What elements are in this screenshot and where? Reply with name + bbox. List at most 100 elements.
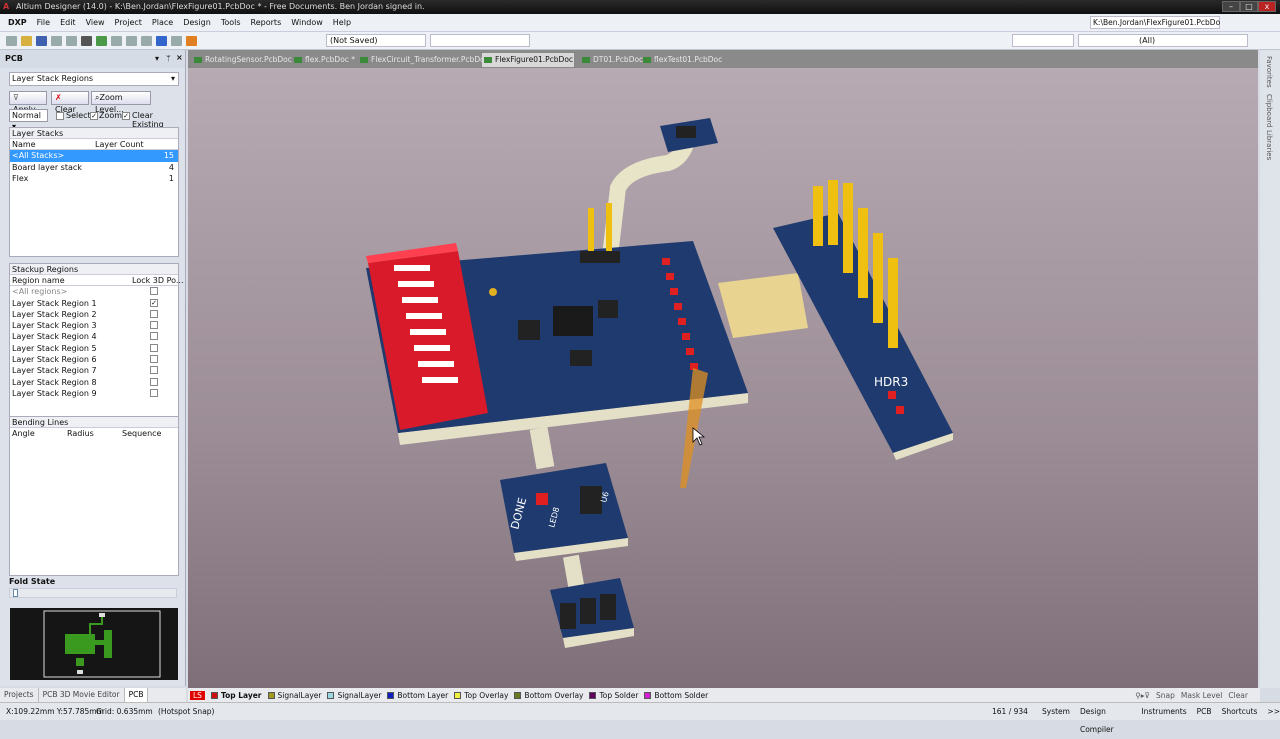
doc-path-combo[interactable]: K:\Ben.Jordan\FlexFigure01.PcbDo bbox=[1090, 16, 1220, 29]
table-row[interactable]: Layer Stack Region 2 bbox=[10, 309, 178, 320]
menu-design[interactable]: Design bbox=[183, 18, 211, 27]
menu-place[interactable]: Place bbox=[152, 18, 173, 27]
maximize-button[interactable]: □ bbox=[1240, 1, 1258, 12]
table-row[interactable]: Layer Stack Region 6 bbox=[10, 354, 178, 365]
layer-tab[interactable]: Bottom Solder bbox=[644, 691, 708, 700]
more-button[interactable]: >> bbox=[1267, 703, 1280, 739]
lock-3d-checkbox[interactable] bbox=[150, 343, 158, 352]
panel-mode-select[interactable]: Layer Stack Regions ▾ bbox=[9, 72, 179, 86]
cross-probe-icon[interactable] bbox=[141, 35, 152, 46]
layer-tab[interactable]: Bottom Layer bbox=[387, 691, 448, 700]
libraries-tab[interactable]: Libraries bbox=[1265, 130, 1273, 160]
minimize-button[interactable]: – bbox=[1222, 1, 1240, 12]
apply-button[interactable]: ⊽ Apply bbox=[9, 91, 47, 114]
menu-project[interactable]: Project bbox=[115, 18, 142, 27]
lock-3d-checkbox[interactable] bbox=[150, 377, 158, 386]
table-row[interactable]: Layer Stack Region 5 bbox=[10, 343, 178, 354]
menu-dxp[interactable]: DXP bbox=[8, 18, 27, 27]
table-row[interactable]: Layer Stack Region 1 ✓ bbox=[10, 298, 178, 309]
lock-3d-checkbox[interactable] bbox=[150, 355, 158, 364]
table-row[interactable]: Layer Stack Region 7 bbox=[10, 365, 178, 376]
lock-3d-checkbox[interactable] bbox=[150, 366, 158, 375]
snap-button[interactable]: Snap bbox=[1156, 691, 1175, 700]
undo-icon[interactable] bbox=[156, 35, 167, 46]
open-icon[interactable] bbox=[21, 35, 32, 46]
menu-tools[interactable]: Tools bbox=[221, 18, 241, 27]
zoom-checkbox[interactable]: ✓ bbox=[90, 112, 98, 120]
instruments-button[interactable]: Instruments bbox=[1141, 703, 1186, 739]
saved-state-combo[interactable]: (Not Saved) bbox=[326, 34, 426, 47]
pin-icon[interactable]: ᛘ bbox=[166, 54, 171, 63]
menu-file[interactable]: File bbox=[37, 18, 50, 27]
table-row[interactable]: Layer Stack Region 4 bbox=[10, 331, 178, 342]
save-icon[interactable] bbox=[36, 35, 47, 46]
pcb-tab[interactable]: PCB bbox=[124, 688, 149, 702]
3d-icon[interactable] bbox=[81, 35, 92, 46]
pcb-3d-viewport[interactable]: HDR3 DONE LED8 U6 bbox=[188, 68, 1258, 688]
tab-dt01[interactable]: DT01.PcbDoc bbox=[580, 53, 643, 67]
layer-tab[interactable]: Top Solder bbox=[589, 691, 638, 700]
layer-tab[interactable]: SignalLayer bbox=[267, 691, 321, 700]
table-row[interactable]: Layer Stack Region 8 bbox=[10, 377, 178, 388]
col-name[interactable]: Name bbox=[12, 140, 36, 149]
system-button[interactable]: System bbox=[1042, 703, 1070, 739]
lock-3d-checkbox[interactable] bbox=[150, 287, 158, 296]
layer-tab[interactable]: Top Layer bbox=[210, 691, 262, 700]
zoom-area-icon[interactable] bbox=[126, 35, 137, 46]
table-row[interactable]: <All Stacks> 15 bbox=[10, 150, 178, 162]
clear-button[interactable]: ✗ Clear bbox=[51, 91, 89, 114]
redo-icon[interactable] bbox=[171, 35, 182, 46]
zoom-fit-icon[interactable] bbox=[111, 35, 122, 46]
tab-flextest01[interactable]: flexTest01.PcbDoc bbox=[641, 53, 722, 67]
menu-window[interactable]: Window bbox=[291, 18, 323, 27]
mask-level-button[interactable]: Mask Level bbox=[1181, 691, 1223, 700]
table-row[interactable]: <All regions> bbox=[10, 286, 178, 297]
menu-reports[interactable]: Reports bbox=[251, 18, 282, 27]
col-lock-3d[interactable]: Lock 3D Po... bbox=[132, 275, 184, 286]
tab-rotatingsensor[interactable]: RotatingSensor.PcbDoc bbox=[192, 53, 292, 67]
lock-3d-checkbox[interactable] bbox=[150, 332, 158, 341]
lock-3d-checkbox[interactable]: ✓ bbox=[150, 298, 158, 307]
panel-close-icon[interactable]: × bbox=[176, 53, 183, 62]
close-button[interactable]: x bbox=[1258, 1, 1276, 12]
tab-flexcircuit-transformer[interactable]: FlexCircuit_Transformer.PcbDoc bbox=[358, 53, 489, 67]
table-row[interactable]: Layer Stack Region 9 bbox=[10, 388, 178, 399]
projects-tab[interactable]: Projects bbox=[0, 688, 39, 702]
print-preview-icon[interactable] bbox=[66, 35, 77, 46]
layer-tab[interactable]: LS bbox=[190, 690, 205, 700]
menu-edit[interactable]: Edit bbox=[60, 18, 76, 27]
zoom-level-button[interactable]: ⌕Zoom Level... bbox=[91, 91, 151, 114]
pencil-icon[interactable] bbox=[186, 35, 197, 46]
tab-flex[interactable]: flex.PcbDoc * bbox=[292, 53, 355, 67]
print-icon[interactable] bbox=[51, 35, 62, 46]
shortcuts-button[interactable]: Shortcuts bbox=[1222, 703, 1258, 739]
menu-view[interactable]: View bbox=[86, 18, 105, 27]
design-compiler-button[interactable]: Design Compiler bbox=[1080, 703, 1132, 739]
col-region-name[interactable]: Region name bbox=[12, 276, 65, 285]
panel-menu-icon[interactable]: ▾ bbox=[155, 54, 159, 63]
mask-mode-select[interactable]: Normal ▾ bbox=[9, 109, 48, 131]
table-row[interactable]: Flex 1 bbox=[10, 173, 178, 184]
menu-help[interactable]: Help bbox=[333, 18, 351, 27]
pcb-3d-movie-editor-tab[interactable]: PCB 3D Movie Editor bbox=[39, 688, 125, 702]
clipboard-tab[interactable]: Clipboard bbox=[1265, 94, 1273, 127]
col-layer-count[interactable]: Layer Count bbox=[95, 139, 144, 150]
pcb-button[interactable]: PCB bbox=[1197, 703, 1212, 739]
lock-3d-checkbox[interactable] bbox=[150, 309, 158, 318]
slider-thumb[interactable] bbox=[13, 589, 18, 597]
col-sequence[interactable]: Sequence bbox=[122, 428, 161, 439]
favorites-tab[interactable]: Favorites bbox=[1265, 56, 1273, 88]
filter-combo[interactable]: (All) bbox=[1078, 34, 1248, 47]
layer-options-icon[interactable]: ⚲▸⊽ bbox=[1135, 691, 1150, 700]
clear-existing-checkbox[interactable]: ✓ bbox=[122, 112, 130, 120]
table-row[interactable]: Board layer stack 4 bbox=[10, 162, 178, 173]
col-angle[interactable]: Angle bbox=[12, 429, 35, 438]
layer-tab[interactable]: Top Overlay bbox=[454, 691, 508, 700]
layer-tab[interactable]: SignalLayer bbox=[327, 691, 381, 700]
board-icon[interactable] bbox=[96, 35, 107, 46]
board-preview[interactable] bbox=[10, 608, 178, 680]
new-icon[interactable] bbox=[6, 35, 17, 46]
col-radius[interactable]: Radius bbox=[67, 428, 94, 439]
table-row[interactable]: Layer Stack Region 3 bbox=[10, 320, 178, 331]
clear-mask-button[interactable]: Clear bbox=[1228, 691, 1248, 700]
